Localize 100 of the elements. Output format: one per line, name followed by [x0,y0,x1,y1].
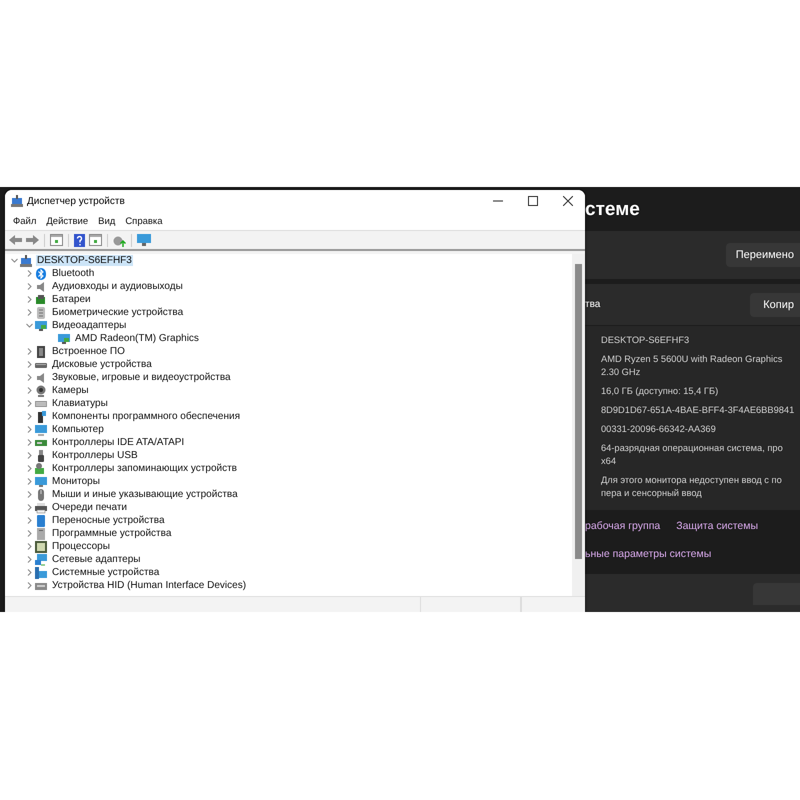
window-panel-icon[interactable] [89,234,102,246]
monitor-icon [35,476,47,488]
printer-icon [35,502,47,514]
usb-icon [35,450,47,462]
expand-chevron-icon[interactable] [25,282,34,291]
collapse-chevron-icon[interactable] [10,256,19,265]
tree-item-label[interactable]: Переносные устройства [51,515,166,526]
tree-item-label[interactable]: Компоненты программного обеспечения [51,411,241,422]
tree-item-label[interactable]: Камеры [51,385,90,396]
expand-chevron-icon[interactable] [25,568,34,577]
help-icon[interactable] [74,234,85,246]
expand-chevron-icon[interactable] [25,295,34,304]
spec-value: 16,0 ГБ (доступно: 15,4 ГБ) [601,384,720,398]
expand-chevron-icon[interactable] [25,425,34,434]
chip-icon [35,346,47,358]
menu-item[interactable]: Вид [93,216,120,226]
expand-chevron-icon[interactable] [25,581,34,590]
expand-chevron-icon[interactable] [25,516,34,525]
tree-item-label[interactable]: Батареи [51,294,92,305]
tree-item-label[interactable]: Мыши и иные указывающие устройства [51,489,239,500]
expand-chevron-icon[interactable] [25,269,34,278]
monitor-icon [35,320,47,332]
tree-item-label[interactable]: Встроенное ПО [51,346,126,357]
tree-item-label[interactable]: Процессоры [51,541,111,552]
tree-item-label[interactable]: Программные устройства [51,528,172,539]
tree-item-label[interactable]: Контроллеры USB [51,450,139,461]
tree-item-label[interactable]: Системные устройства [51,567,160,578]
spec-value: AMD Ryzen 5 5600U with Radeon Graphics 2.30 GHz [601,352,784,379]
bluetooth-icon [35,268,47,280]
copy-button[interactable]: Копир [750,292,800,317]
tree-item-label[interactable]: Звуковые, игровые и видеоустройства [51,372,232,383]
expand-chevron-icon[interactable] [25,347,34,356]
network-icon [35,554,47,566]
speaker-icon [35,280,47,292]
tree-item-label[interactable]: Аудиовходы и аудиовыходы [51,281,184,292]
menu-item[interactable]: Справка [120,216,168,226]
page-title: стеме [585,198,641,222]
tree-item-label[interactable]: Компьютер [51,424,105,435]
tree-item-label[interactable]: Дисковые устройства [51,359,153,370]
component-icon [35,410,47,422]
settings-link[interactable]: Защита системы [676,520,758,532]
expand-chevron-icon[interactable] [25,542,34,551]
expand-chevron-icon[interactable] [25,451,34,460]
expand-chevron-icon[interactable] [25,386,34,395]
properties-window-icon[interactable] [50,234,63,246]
close-icon[interactable] [562,196,572,206]
mouse-icon [35,488,47,500]
expand-chevron-icon[interactable] [25,308,34,317]
settings-link[interactable]: ьные параметры системы [585,548,712,560]
speaker-icon [35,372,47,384]
spec-value: 8D9D1D67-651A-4BAE-BFF4-3F4AE6BB9841 [601,404,796,417]
device-manager-icon [11,195,23,207]
tree-item-label[interactable]: Очереди печати [51,502,128,513]
tree-item-label[interactable]: Контроллеры IDE ATA/ATAPI [51,437,186,448]
computer-icon [35,424,47,436]
camera-icon [35,384,47,396]
expand-chevron-icon[interactable] [25,373,34,382]
tree-item-label[interactable]: Биометрические устройства [51,307,184,318]
maximize-icon[interactable] [528,196,538,206]
computer-icon [20,254,32,266]
processor-icon [35,540,47,552]
tree-item-label[interactable]: AMD Radeon(TM) Graphics [74,333,200,344]
spec-value: 64-разрядная операционная система, про x64 [601,442,784,468]
scrollbar-thumb[interactable] [575,264,582,559]
phone-icon [35,514,47,526]
expand-chevron-icon[interactable] [25,464,34,473]
settings-link[interactable]: рабочая группа [585,520,660,532]
expand-chevron-icon[interactable] [25,360,34,369]
scan-monitor-icon[interactable] [137,234,151,246]
back-arrow-icon[interactable] [9,234,22,246]
battery-icon [35,294,47,306]
spec-value: DESKTOP-S6EFHF3 [601,334,690,347]
tree-item-label[interactable]: Контроллеры запоминающих устройств [51,463,238,474]
tree-item-label[interactable]: Bluetooth [51,268,96,279]
expand-chevron-icon[interactable] [25,412,34,421]
expand-chevron-icon[interactable] [25,529,34,538]
tree-item-label[interactable]: DESKTOP-S6EFHF3 [36,255,133,266]
display-adapter-icon [58,332,70,344]
expand-chevron-icon[interactable] [25,503,34,512]
expand-chevron-icon[interactable] [25,438,34,447]
spec-value: 00331-20096-66342-AA369 [601,422,717,436]
tree-item-label[interactable]: Устройства HID (Human Interface Devices) [51,580,248,591]
tree-item-label[interactable]: Сетевые адаптеры [51,554,142,565]
section-label: тва [585,299,600,310]
expand-chevron-icon[interactable] [25,555,34,564]
forward-arrow-icon[interactable] [26,234,39,246]
tree-item-label[interactable]: Мониторы [51,476,101,487]
menu-item[interactable]: Действие [41,216,94,226]
collapse-chevron-icon[interactable] [25,321,34,330]
expand-chevron-icon[interactable] [25,490,34,499]
tree-item-label[interactable]: Видеоадаптеры [51,320,128,331]
system-device-icon [35,566,47,578]
window-title: Диспетчер устройств [27,196,126,206]
expand-chevron-icon[interactable] [25,477,34,486]
spec-value: Для этого монитора недоступен ввод с по пера и сенсорный ввод [601,474,783,500]
menu-item[interactable]: Файл [8,216,42,226]
rename-button[interactable]: Переимено [726,243,800,268]
tree-item-label[interactable]: Клавиатуры [51,398,109,409]
software-device-icon [35,528,47,540]
expand-chevron-icon[interactable] [25,399,34,408]
